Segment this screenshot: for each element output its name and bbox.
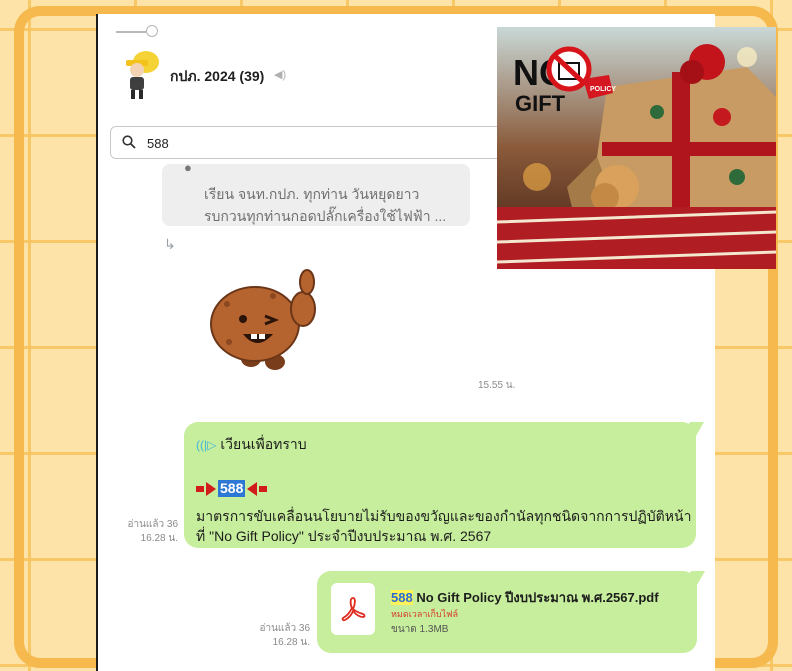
slider-track[interactable]	[116, 31, 146, 33]
message-body-line1: มาตรการขับเคลื่อนนโยบายไม่รับของขวัญและข…	[196, 508, 692, 524]
file-expiry-status: หมดเวลาเก็บไฟล์	[391, 609, 459, 619]
policy-tag-text: POLICY	[590, 86, 616, 93]
reply-text-line1: เรียน จนท.กปภ. ทุกท่าน วันหยุดยาว	[204, 186, 420, 202]
message-bubble-announcement[interactable]: ((|▷ เวียนเพื่อทราบ 588 มาตรการขับเคลื่อ…	[184, 422, 705, 548]
announce-text: เวียนเพื่อทราบ	[220, 436, 307, 452]
gift-text: GIFT	[515, 91, 566, 116]
announce-line: ((|▷ เวียนเพื่อทราบ	[196, 434, 307, 456]
bubble-tail	[681, 422, 705, 436]
arrow-right-icon	[196, 485, 204, 492]
no-gift-policy-image: NO GIFT POLICY	[497, 27, 776, 269]
arrow-right-head	[206, 481, 216, 496]
sticker-timestamp: 15.55 น.	[478, 380, 516, 391]
megaphone-icon: ((|▷	[196, 438, 217, 452]
message-time: 16.28 น.	[140, 533, 178, 544]
group-avatar[interactable]	[120, 50, 160, 100]
file-thumbnail[interactable]	[331, 583, 375, 635]
file-search-match: 588	[391, 590, 413, 605]
search-icon	[122, 135, 136, 149]
group-title: กปภ. 2024 (39)	[170, 68, 265, 84]
reply-sender-avatar-icon: ●	[184, 164, 192, 175]
message2-read-status: อ่านแล้ว 36 16.28 น.	[258, 622, 310, 650]
bubble-tail	[682, 571, 706, 585]
arrow-left-stem	[259, 485, 268, 492]
reply-text-line2: รบกวนทุกท่านกอดปลั๊กเครื่องใช้ไฟฟ้า ...	[204, 208, 447, 224]
message-bubble-file[interactable]: 588 No Gift Policy ปีงบประมาณ พ.ศ.2567.p…	[317, 571, 706, 653]
pdf-icon	[341, 597, 366, 622]
search-match-number: 588	[218, 480, 246, 497]
file-name[interactable]: 588 No Gift Policy ปีงบประมาณ พ.ศ.2567.p…	[391, 587, 659, 608]
message-time: 16.28 น.	[272, 637, 310, 648]
search-bar[interactable]	[110, 126, 542, 159]
read-count: อ่านแล้ว 36	[259, 623, 310, 634]
arrow-left-icon	[247, 481, 258, 496]
highlighted-number-row: 588	[196, 480, 268, 497]
sticker-cookie[interactable]	[203, 264, 333, 384]
slider-knob[interactable]	[146, 25, 158, 37]
message-body-line2: ที่ "No Gift Policy" ประจำปีงบประมาณ พ.ศ…	[196, 528, 492, 544]
reply-arrow-icon: ↳	[164, 236, 176, 252]
search-input[interactable]	[145, 132, 529, 154]
message1-read-status: อ่านแล้ว 36 16.28 น.	[124, 518, 178, 546]
speaker-muted-icon[interactable]: ◀)	[274, 68, 286, 81]
read-count: อ่านแล้ว 36	[127, 519, 178, 530]
replied-message-preview[interactable]: ● เรียน จนท.กปภ. ทุกท่าน วันหยุดยาว รบกว…	[162, 164, 470, 226]
file-size: ขนาด 1.3MB	[391, 624, 449, 635]
file-title: No Gift Policy ปีงบประมาณ พ.ศ.2567.pdf	[416, 590, 659, 605]
